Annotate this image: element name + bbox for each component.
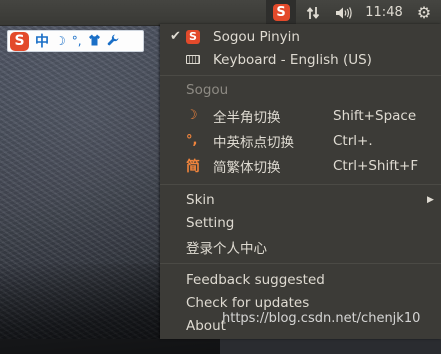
menu-item-label: 登录个人中心 (186, 240, 267, 257)
menu-separator (160, 184, 441, 185)
volume-indicator[interactable] (332, 0, 356, 25)
sogou-logo-icon: S (186, 29, 200, 44)
sogou-logo-icon: S (272, 4, 290, 21)
shortcut-label: Shift+Space (333, 107, 417, 124)
menu-item-label: 中英标点切换 (213, 134, 294, 151)
menu-item-label: Skin (186, 191, 215, 208)
gear-icon[interactable]: ⚙ (412, 0, 436, 25)
menu-item-skin[interactable]: Skin ▶ (160, 188, 441, 211)
submenu-arrow-icon: ▶ (427, 194, 434, 205)
menu-item-simplified-traditional[interactable]: 简 简繁体切换 Ctrl+Shift+F (160, 154, 441, 177)
volume-icon (336, 6, 352, 19)
panel-sogou-indicator[interactable]: S (266, 0, 296, 25)
menu-item-label: About (186, 317, 226, 334)
menu-item-label: Check for updates (186, 294, 310, 311)
input-mode-toggle[interactable]: 中 (35, 31, 49, 51)
sogou-logo-icon[interactable]: S (10, 31, 29, 51)
menu-item-feedback[interactable]: Feedback suggested (160, 268, 441, 291)
menu-item-keyboard-english[interactable]: Keyboard - English (US) (160, 48, 441, 71)
menu-item-full-half-width[interactable]: ☽ 全半角切换 Shift+Space (160, 104, 441, 127)
section-title: Sogou (186, 81, 229, 98)
input-method-menu: ✔ S Sogou Pinyin Keyboard - English (US)… (160, 24, 441, 339)
section-sogou: Sogou (160, 78, 441, 101)
punctuation-icon: °, (186, 133, 198, 148)
menu-item-label: 全半角切换 (213, 109, 281, 126)
check-icon: ✔ (170, 29, 181, 44)
network-icon (306, 6, 320, 19)
menu-item-sogou-pinyin[interactable]: ✔ S Sogou Pinyin (160, 25, 441, 48)
keyboard-icon (186, 55, 200, 64)
menu-item-label: Keyboard - English (US) (213, 51, 372, 68)
moon-icon[interactable]: ☽ (55, 34, 66, 48)
wrench-icon[interactable] (107, 34, 119, 49)
jian-icon: 简 (186, 158, 200, 175)
shortcut-label: Ctrl+. (333, 132, 373, 149)
menu-separator (160, 75, 441, 76)
top-panel: S 11:48 ⚙ (0, 0, 441, 26)
menu-item-personal-center[interactable]: 登录个人中心 (160, 235, 441, 258)
watermark-text: https://blog.csdn.net/chenjk10 (222, 311, 421, 326)
network-indicator[interactable] (302, 0, 324, 25)
clock[interactable]: 11:48 (362, 0, 406, 25)
menu-item-setting[interactable]: Setting (160, 211, 441, 234)
menu-item-label: Sogou Pinyin (213, 28, 300, 45)
moon-icon: ☽ (186, 108, 198, 123)
menu-item-label: 简繁体切换 (213, 159, 281, 176)
menu-item-punctuation-toggle[interactable]: °, 中英标点切换 Ctrl+. (160, 129, 441, 152)
sogou-status-bar[interactable]: S 中 ☽ °, (7, 30, 144, 52)
menu-item-label: Setting (186, 214, 235, 231)
skin-shirt-icon[interactable] (88, 34, 101, 49)
menu-separator (160, 263, 441, 264)
punctuation-icon[interactable]: °, (72, 34, 82, 48)
shortcut-label: Ctrl+Shift+F (333, 157, 419, 174)
menu-item-label: Feedback suggested (186, 271, 325, 288)
